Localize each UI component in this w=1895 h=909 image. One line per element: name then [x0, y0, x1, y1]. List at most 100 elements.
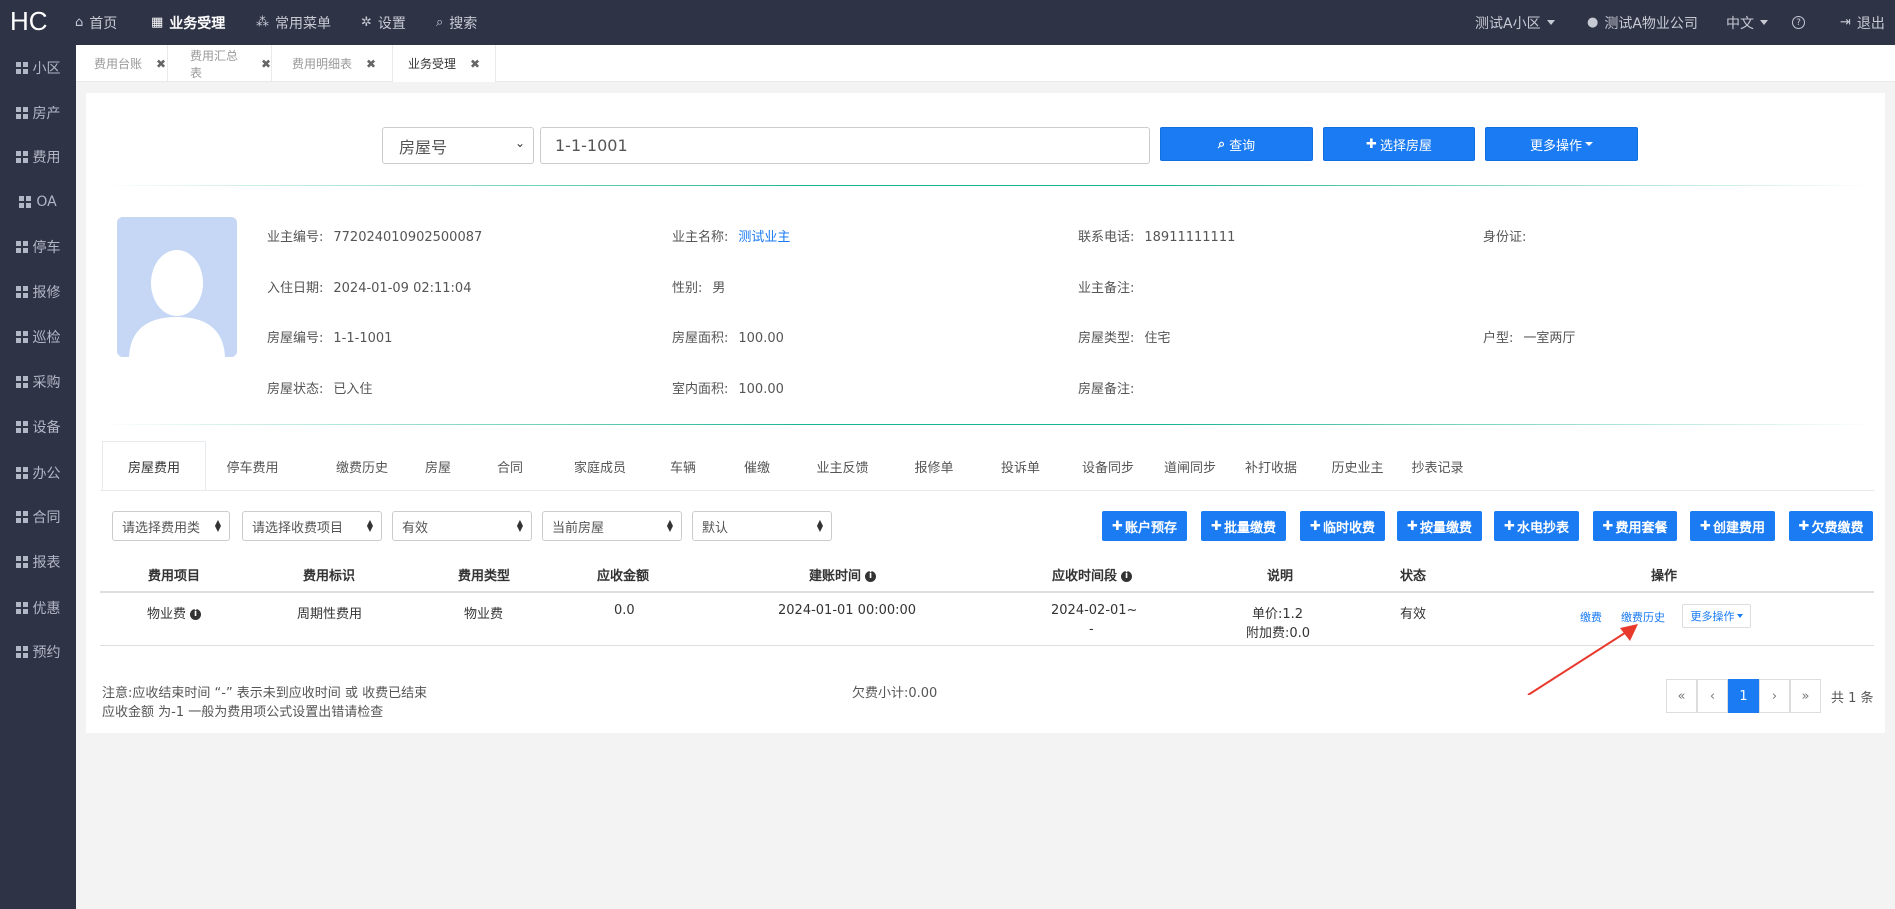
- tab-9[interactable]: 报修单: [901, 441, 967, 491]
- tab-6[interactable]: 车辆: [655, 441, 711, 491]
- sidebar-item[interactable]: 费用: [0, 142, 76, 172]
- close-icon[interactable]: ✖: [261, 57, 271, 71]
- brand-logo[interactable]: HC: [10, 6, 48, 37]
- page-prev-button[interactable]: ‹: [1697, 679, 1728, 713]
- tab-3[interactable]: 房屋: [413, 441, 463, 491]
- sidebar-item[interactable]: 合同: [0, 502, 76, 532]
- col-header-amount: 应收金额: [597, 569, 650, 584]
- close-icon[interactable]: ✖: [470, 57, 480, 71]
- info-icon[interactable]: i: [865, 571, 877, 582]
- select-value: 当前房屋: [552, 520, 605, 536]
- page-tab-business[interactable]: 业务受理 ✖: [393, 45, 496, 82]
- updown-icon: ▲ ▼: [666, 518, 673, 533]
- action-button-1[interactable]: ✚ 批量缴费: [1201, 511, 1286, 541]
- page-tab-fee-summary[interactable]: 费用汇总表 ✖: [168, 45, 272, 82]
- sidebar-item[interactable]: 优惠: [0, 593, 76, 623]
- nav-common-menu[interactable]: ⁂ 常用菜单: [256, 0, 331, 45]
- more-actions-button[interactable]: 更多操作: [1485, 127, 1638, 161]
- info-icon[interactable]: i: [190, 609, 202, 620]
- action-button-5[interactable]: ✚ 费用套餐: [1593, 511, 1677, 541]
- room-search-input[interactable]: 1-1-1001: [540, 127, 1150, 164]
- field-value: 一室两厅: [1523, 331, 1576, 346]
- company-link[interactable]: ● 测试A物业公司: [1587, 0, 1698, 45]
- close-icon[interactable]: ✖: [366, 57, 376, 71]
- close-icon[interactable]: ✖: [156, 57, 166, 71]
- sidebar-item[interactable]: 房产: [0, 98, 76, 128]
- sidebar-item[interactable]: OA: [0, 187, 76, 217]
- language-dropdown[interactable]: 中文: [1726, 0, 1768, 45]
- col-header-status: 状态: [1400, 569, 1427, 584]
- room-scope-select[interactable]: 当前房屋 ▲ ▼: [542, 511, 682, 541]
- sort-select[interactable]: 默认 ▲ ▼: [692, 511, 832, 541]
- owner-no-field: 业主编号: 772024010902500087: [267, 226, 482, 245]
- sidebar-item[interactable]: 停车: [0, 232, 76, 262]
- sidebar-item[interactable]: 报表: [0, 547, 76, 577]
- tab-5[interactable]: 家庭成员: [560, 441, 640, 491]
- action-button-7[interactable]: ✚ 欠费缴费: [1789, 511, 1873, 541]
- nav-search[interactable]: ⌕ 搜索: [436, 0, 477, 45]
- sidebar-item[interactable]: 预约: [0, 637, 76, 667]
- action-button-4[interactable]: ✚ 水电抄表: [1494, 511, 1579, 541]
- tab-11[interactable]: 设备同步: [1074, 441, 1142, 491]
- tab-7[interactable]: 催缴: [728, 441, 786, 491]
- sidebar-item[interactable]: 巡检: [0, 322, 76, 352]
- action-button-0[interactable]: ✚ 账户预存: [1102, 511, 1187, 541]
- sidebar-item[interactable]: 办公: [0, 458, 76, 488]
- action-button-2[interactable]: ✚ 临时收费: [1300, 511, 1385, 541]
- select-room-button[interactable]: ✚ 选择房屋: [1323, 127, 1475, 161]
- tab-8[interactable]: 业主反馈: [802, 441, 883, 491]
- tab-14[interactable]: 历史业主: [1320, 441, 1395, 491]
- logout-button[interactable]: ⇥ 退出: [1840, 0, 1885, 45]
- sidebar-item[interactable]: 小区: [0, 53, 76, 83]
- page-tab-fee-ledger[interactable]: 费用台账 ✖: [76, 45, 168, 82]
- page-last-button[interactable]: »: [1790, 679, 1821, 713]
- fee-item-select[interactable]: 请选择收费项目 ▲ ▼: [242, 511, 382, 541]
- logout-label: 退出: [1856, 15, 1885, 32]
- page-first-button[interactable]: «: [1666, 679, 1697, 713]
- tab-0[interactable]: 房屋费用: [102, 441, 206, 491]
- status-select[interactable]: 有效 ▲ ▼: [392, 511, 532, 541]
- field-value: 100.00: [738, 331, 784, 346]
- page-current-button[interactable]: 1: [1728, 679, 1759, 713]
- grid-icon: [15, 376, 28, 388]
- nav-settings[interactable]: ✲ 设置: [361, 0, 406, 45]
- field-label: 房屋类型:: [1078, 331, 1135, 346]
- query-button[interactable]: ⌕ 查询: [1160, 127, 1313, 161]
- tab-12[interactable]: 道闸同步: [1155, 441, 1225, 491]
- tab-4[interactable]: 合同: [480, 441, 540, 491]
- grid-icon: [15, 62, 28, 74]
- sidebar-item[interactable]: 设备: [0, 412, 76, 442]
- col-header-fee-item: 费用项目: [148, 569, 201, 584]
- search-type-select[interactable]: 房屋号 ⌄: [382, 127, 534, 164]
- row-more-actions-button[interactable]: 更多操作: [1682, 604, 1751, 628]
- tab-2[interactable]: 缴费历史: [314, 441, 410, 491]
- owner-name-link[interactable]: 测试业主: [738, 230, 790, 245]
- tab-1[interactable]: 停车费用: [212, 441, 293, 491]
- page-tab-fee-detail[interactable]: 费用明细表 ✖: [272, 45, 393, 82]
- cell-amount: 0.0: [614, 603, 635, 618]
- field-label: 身份证:: [1483, 230, 1527, 245]
- button-label: 创建费用: [1712, 520, 1765, 536]
- fee-type-select[interactable]: 请选择费用类 ▲ ▼: [112, 511, 230, 541]
- tab-15[interactable]: 抄表记录: [1400, 441, 1475, 491]
- community-dropdown[interactable]: 测试A小区: [1475, 0, 1555, 45]
- select-value: 默认: [702, 520, 729, 536]
- sidebar-item[interactable]: 采购: [0, 367, 76, 397]
- action-button-6[interactable]: ✚ 创建费用: [1690, 511, 1775, 541]
- nav-business[interactable]: ▦ 业务受理: [151, 0, 225, 45]
- field-label: 入住日期:: [267, 281, 324, 296]
- button-label: 按量缴费: [1419, 520, 1472, 536]
- grid-icon: [19, 196, 32, 208]
- action-button-3[interactable]: ✚ 按量缴费: [1397, 511, 1482, 541]
- grid-icon: [15, 107, 28, 119]
- sidebar-item[interactable]: 报修: [0, 277, 76, 307]
- page-next-button[interactable]: ›: [1759, 679, 1790, 713]
- nav-home[interactable]: ⌂ 首页: [75, 0, 117, 45]
- button-label: 批量缴费: [1223, 520, 1276, 536]
- tab-10[interactable]: 投诉单: [983, 441, 1058, 491]
- button-label: 选择房屋: [1379, 138, 1432, 154]
- col-header-actions: 操作: [1651, 569, 1678, 584]
- tab-13[interactable]: 补打收据: [1239, 441, 1303, 491]
- help-button[interactable]: ?: [1792, 0, 1805, 45]
- info-icon[interactable]: i: [1121, 571, 1133, 582]
